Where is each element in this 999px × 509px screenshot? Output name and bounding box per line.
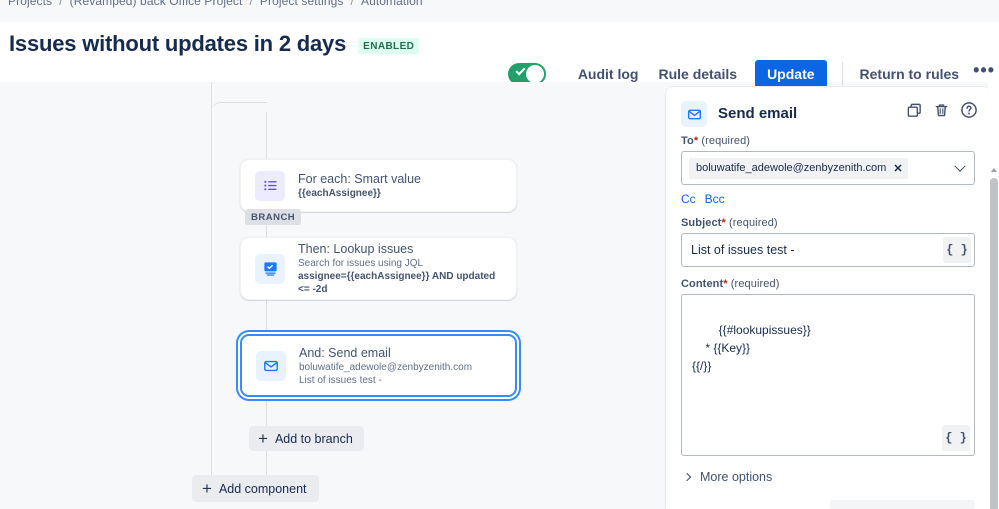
page-scrollbar-thumb[interactable]: [990, 178, 998, 509]
add-component-label: Add component: [218, 481, 307, 496]
breadcrumb-separator: /: [249, 0, 253, 8]
flow-node-subtitle: {{eachAssignee}}: [298, 188, 381, 199]
flow-trunk-line: [211, 82, 212, 486]
flow-node-for-each[interactable]: For each: Smart value {{eachAssignee}}: [240, 159, 517, 212]
add-to-branch-label: Add to branch: [274, 431, 353, 446]
required-asterisk: *: [693, 135, 699, 147]
plus-icon: +: [258, 429, 268, 448]
cc-link[interactable]: Cc: [681, 192, 696, 206]
list-icon: [255, 170, 285, 201]
toggle-knob: [525, 65, 544, 83]
help-icon[interactable]: [960, 101, 978, 119]
flow-node-subtitle: boluwatife_adewole@zenbyzenith.com: [299, 361, 473, 373]
more-actions-icon[interactable]: •••: [969, 61, 999, 83]
flow-node-title: Then: Lookup issues: [298, 242, 414, 256]
content-textarea[interactable]: {{#lookupissues}} * {{Key}} {{/}} { }: [681, 294, 975, 456]
add-component-button[interactable]: + Add component: [192, 475, 319, 502]
more-options-label: More options: [700, 470, 773, 484]
lookup-issues-icon: [255, 253, 285, 284]
send-email-config-panel: Send email To* (required) boluwatife_ade…: [665, 86, 991, 504]
subject-label-text: Subject: [681, 217, 722, 229]
panel-header-icons: [906, 101, 978, 119]
recipient-chip[interactable]: boluwatife_adewole@zenbyzenith.com ✕: [689, 157, 908, 179]
subject-value: List of issues test -: [691, 243, 795, 257]
flow-node-subtitle: Search for issues using JQL: [298, 258, 424, 269]
required-asterisk: *: [721, 217, 726, 229]
page-scrollbar-track[interactable]: [988, 82, 999, 509]
flow-node-send-email[interactable]: And: Send email boluwatife_adewole@zenby…: [240, 334, 517, 397]
content-field-label: Content* (required): [681, 278, 975, 290]
panel-title: Send email: [718, 105, 798, 122]
close-icon[interactable]: ✕: [893, 162, 902, 175]
subject-input[interactable]: List of issues test - { }: [681, 233, 975, 267]
status-badge: ENABLED: [358, 38, 420, 54]
content-value: {{#lookupissues}} * {{Key}} {{/}}: [692, 323, 811, 373]
required-hint: (required): [728, 217, 778, 229]
add-to-branch-button[interactable]: + Add to branch: [249, 426, 364, 451]
trash-icon[interactable]: [933, 102, 950, 119]
flow-node-title: And: Send email: [299, 345, 391, 360]
more-options-toggle[interactable]: More options: [681, 470, 975, 484]
check-icon: [515, 65, 526, 76]
flow-node-text: And: Send email boluwatife_adewole@zenby…: [299, 345, 472, 387]
branch-chip: BRANCH: [245, 209, 302, 225]
flow-branch-corner: [211, 102, 267, 132]
required-hint: (required): [730, 278, 780, 290]
plus-icon: +: [202, 479, 212, 498]
flow-node-text: Then: Lookup issues Search for issues us…: [298, 241, 502, 296]
flow-node-text: For each: Smart value {{eachAssignee}}: [298, 171, 421, 200]
page-header: Issues without updates in 2 days ENABLED…: [0, 22, 999, 88]
breadcrumb-separator: /: [350, 0, 354, 8]
copy-icon[interactable]: [906, 102, 923, 119]
rule-flow-canvas: BRANCH For each: Smart value {{eachAssig…: [0, 82, 665, 509]
automation-rule-editor-page: Projects / (Revamped) back Office Project /…: [0, 0, 999, 509]
panel-header: Send email: [666, 87, 990, 135]
smart-value-icon[interactable]: { }: [943, 237, 971, 263]
panel-body: To* (required) boluwatife_adewole@zenbyz…: [666, 135, 990, 484]
flow-node-lookup-issues[interactable]: Then: Lookup issues Search for issues us…: [240, 237, 517, 300]
breadcrumb-separator: /: [59, 0, 63, 8]
breadcrumb-item-projects[interactable]: Projects: [8, 0, 52, 8]
header-divider: [841, 62, 843, 86]
envelope-icon: [681, 101, 707, 127]
to-select[interactable]: boluwatife_adewole@zenbyzenith.com ✕: [681, 151, 975, 185]
breadcrumb-item-project-settings[interactable]: Project settings: [260, 0, 344, 8]
breadcrumb-item-project[interactable]: (Revamped) back Office Project: [70, 0, 243, 8]
to-field-label: To* (required): [681, 135, 975, 147]
recipient-email: boluwatife_adewole@zenbyzenith.com: [696, 162, 887, 174]
chevron-down-icon[interactable]: [954, 160, 966, 172]
title-row: Issues without updates in 2 days ENABLED: [9, 31, 420, 57]
breadcrumb-item-automation[interactable]: Automation: [361, 0, 423, 8]
content-label-text: Content: [681, 278, 724, 290]
chevron-right-icon: [682, 472, 692, 482]
page-title: Issues without updates in 2 days: [9, 31, 347, 56]
breadcrumb: Projects / (Revamped) back Office Project /…: [8, 0, 423, 8]
flow-node-detail: List of issues test -: [299, 374, 382, 386]
panel-footer-button[interactable]: [830, 500, 975, 509]
smart-value-icon[interactable]: { }: [942, 425, 970, 451]
to-label-text: To: [681, 135, 694, 147]
scroll-up-icon[interactable]: [991, 168, 997, 172]
required-hint: (required): [701, 135, 751, 147]
update-button[interactable]: Update: [755, 60, 827, 88]
return-to-rules-button[interactable]: Return to rules: [850, 60, 970, 88]
cc-bcc-row: Cc Bcc: [681, 192, 975, 206]
bcc-link[interactable]: Bcc: [705, 192, 725, 206]
flow-node-detail: assignee={{eachAssignee}} AND updated <=…: [298, 271, 496, 295]
envelope-icon: [256, 350, 286, 381]
flow-node-title: For each: Smart value: [298, 172, 421, 186]
required-asterisk: *: [723, 278, 728, 290]
subject-field-label: Subject* (required): [681, 217, 975, 229]
